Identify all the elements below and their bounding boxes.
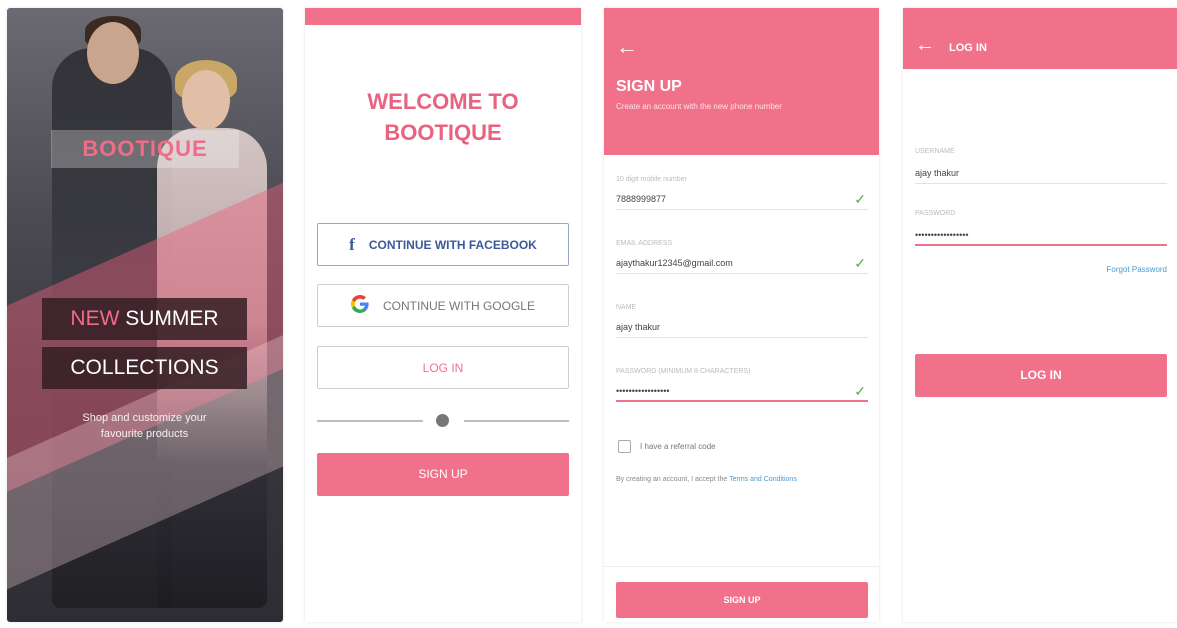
arrow-left-icon[interactable]: ← bbox=[915, 34, 935, 57]
password-field: PASSWORD (MINIMUM 8 CHARACTERS) ••••••••… bbox=[616, 368, 868, 402]
signup-screen: ← SIGN UP Create an account with the new… bbox=[604, 8, 879, 622]
email-label: EMAIL ADDRESS bbox=[616, 240, 673, 247]
continue-facebook-label: CONTINUE WITH FACEBOOK bbox=[368, 237, 537, 252]
login-button[interactable]: LOG IN bbox=[317, 346, 569, 389]
password-label: PASSWORD bbox=[915, 210, 956, 217]
mobile-input[interactable]: 7888999877 ✓ bbox=[616, 188, 868, 210]
divider-left bbox=[317, 420, 423, 422]
login-button-label: LOG IN bbox=[422, 360, 464, 375]
headline-box-1: NEW SUMMER bbox=[42, 298, 247, 340]
signup-submit-button[interactable]: SIGN UP bbox=[616, 582, 868, 618]
login-screen: ← LOG IN USERNAME ajay thakur PASSWORD •… bbox=[903, 8, 1177, 622]
login-submit-button[interactable]: LOG IN bbox=[915, 354, 1167, 397]
continue-google-label: CONTINUE WITH GOOGLE bbox=[382, 298, 535, 313]
name-value: ajay thakur bbox=[616, 322, 661, 332]
password-input[interactable]: ••••••••••••••••• ✓ bbox=[616, 380, 868, 402]
signup-subtitle: Create an account with the new phone num… bbox=[616, 102, 782, 111]
welcome-screen: WELCOME TO BOOTIQUE f CONTINUE WITH FACE… bbox=[305, 8, 581, 622]
splash-tagline: Shop and customize your favourite produc… bbox=[82, 412, 207, 440]
email-input[interactable]: ajaythakur12345@gmail.com ✓ bbox=[616, 252, 868, 274]
password-label: PASSWORD (MINIMUM 8 CHARACTERS) bbox=[616, 368, 751, 375]
google-icon bbox=[350, 295, 369, 316]
mobile-field: 10 digit mobile number 7888999877 ✓ bbox=[616, 176, 868, 210]
username-field: USERNAME ajay thakur bbox=[915, 148, 1167, 184]
welcome-title: WELCOME TO BOOTIQUE bbox=[305, 86, 581, 148]
mobile-label: 10 digit mobile number bbox=[616, 176, 687, 183]
name-field: NAME ajay thakur bbox=[616, 304, 868, 338]
continue-facebook-button[interactable]: f CONTINUE WITH FACEBOOK bbox=[317, 223, 569, 266]
check-icon: ✓ bbox=[854, 255, 866, 271]
referral-label: I have a referral code bbox=[640, 442, 716, 451]
model-woman-head bbox=[182, 70, 230, 130]
signup-title: SIGN UP bbox=[616, 78, 682, 95]
referral-row[interactable]: I have a referral code bbox=[618, 440, 716, 453]
welcome-title-line2: BOOTIQUE bbox=[384, 120, 502, 145]
username-label: USERNAME bbox=[915, 148, 955, 155]
signup-header: ← SIGN UP Create an account with the new… bbox=[604, 8, 879, 155]
email-field: EMAIL ADDRESS ajaythakur12345@gmail.com … bbox=[616, 240, 868, 274]
headline-summer: SUMMER bbox=[125, 307, 219, 330]
divider-right bbox=[464, 420, 569, 422]
forgot-password-link[interactable]: Forgot Password bbox=[1107, 265, 1167, 274]
password-input[interactable]: ••••••••••••••••• bbox=[915, 224, 1167, 246]
name-label: NAME bbox=[616, 304, 637, 311]
username-input[interactable]: ajay thakur bbox=[915, 162, 1167, 184]
divider-dot bbox=[436, 414, 449, 427]
headline-collections: COLLECTIONS bbox=[70, 356, 219, 379]
login-header: ← LOG IN bbox=[903, 8, 1177, 69]
arrow-left-icon[interactable]: ← bbox=[616, 34, 638, 60]
check-icon: ✓ bbox=[854, 191, 866, 207]
splash-screen: BOOTIQUE NEW SUMMER COLLECTIONS Shop and… bbox=[7, 8, 283, 622]
mobile-value: 7888999877 bbox=[616, 194, 667, 204]
check-icon: ✓ bbox=[854, 383, 866, 399]
name-input[interactable]: ajay thakur bbox=[616, 316, 868, 338]
login-title: LOG IN bbox=[949, 42, 987, 54]
terms-prefix: By creating an account, I accept the bbox=[616, 476, 728, 483]
email-value: ajaythakur12345@gmail.com bbox=[616, 258, 733, 268]
signup-button[interactable]: SIGN UP bbox=[317, 453, 569, 496]
continue-google-button[interactable]: CONTINUE WITH GOOGLE bbox=[317, 284, 569, 327]
welcome-title-line1: WELCOME TO bbox=[367, 89, 519, 114]
password-value: ••••••••••••••••• bbox=[616, 386, 670, 396]
password-field: PASSWORD ••••••••••••••••• bbox=[915, 210, 1167, 246]
model-man-head bbox=[87, 22, 139, 84]
headline-box-2: COLLECTIONS bbox=[42, 347, 247, 389]
referral-checkbox[interactable] bbox=[618, 440, 631, 453]
headline-new: NEW bbox=[70, 307, 120, 330]
terms-text: By creating an account, I accept the Ter… bbox=[616, 476, 797, 483]
terms-link[interactable]: Terms and Conditions bbox=[729, 476, 797, 483]
status-bar bbox=[305, 8, 581, 25]
brand-logo: BOOTIQUE bbox=[82, 136, 208, 161]
facebook-icon: f bbox=[349, 234, 355, 254]
